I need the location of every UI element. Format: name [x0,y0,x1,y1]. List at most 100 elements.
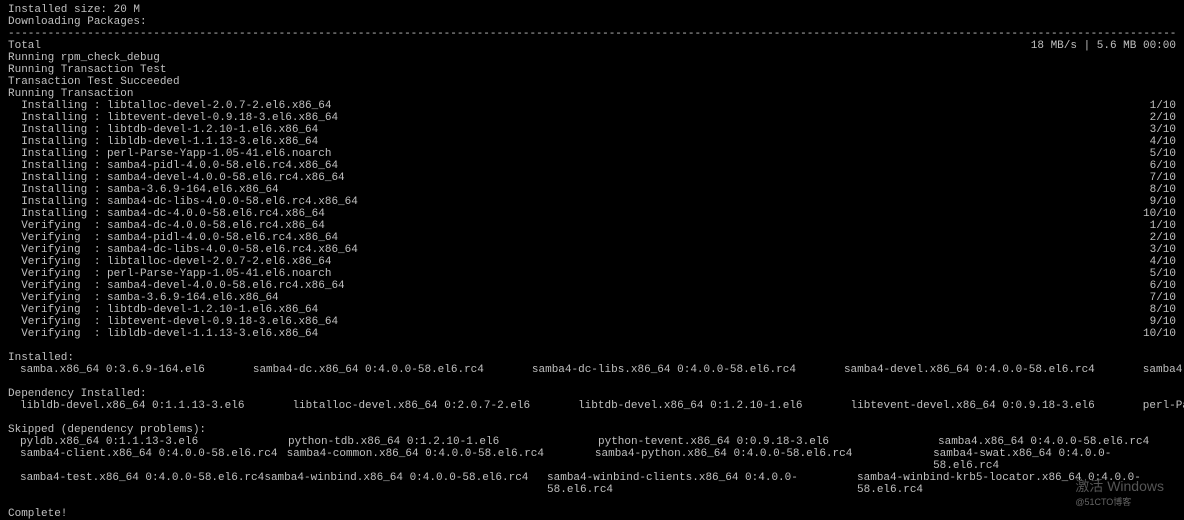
package-item: libtalloc-devel.x86_64 0:2.0.7-2.el6 [292,400,530,412]
package-item: samba4-devel.x86_64 0:4.0.0-58.el6.rc4 [844,364,1095,376]
operation-progress: 4/10 [1150,256,1176,268]
operation-progress: 4/10 [1150,136,1176,148]
package-item: samba4-winbind-clients.x86_64 0:4.0.0-58… [547,472,857,496]
installed-header: Installed: [8,352,1176,364]
operation-text: Installing : samba4-devel-4.0.0-58.el6.r… [8,172,345,184]
operation-progress: 9/10 [1150,196,1176,208]
terminal-output: Installed size: 20 M Downloading Package… [8,4,1176,520]
skipped-row: samba4-test.x86_64 0:4.0.0-58.el6.rc4sam… [8,472,1176,496]
operation-row: Installing : samba4-dc-4.0.0-58.el6.rc4.… [8,208,1176,220]
tx-running: Running Transaction [8,88,1176,100]
operation-row: Verifying : libtalloc-devel-2.0.7-2.el6.… [8,256,1176,268]
package-item: samba4-swat.x86_64 0:4.0.0-58.el6.rc4 [933,448,1176,472]
package-item: samba4-dc-libs.x86_64 0:4.0.0-58.el6.rc4 [532,364,796,376]
package-item: samba4-dc.x86_64 0:4.0.0-58.el6.rc4 [253,364,484,376]
operation-progress: 7/10 [1150,172,1176,184]
operation-text: Installing : libtdb-devel-1.2.10-1.el6.x… [8,124,318,136]
package-item: perl-Parse-Yapp.noarch 0:1.05-41.el6 [1143,400,1184,412]
operation-progress: 1/10 [1150,100,1176,112]
package-item: samba4-test.x86_64 0:4.0.0-58.el6.rc4 [20,472,264,496]
operation-row: Verifying : perl-Parse-Yapp-1.05-41.el6.… [8,268,1176,280]
total-label: Total [8,40,41,52]
package-item: libldb-devel.x86_64 0:1.1.13-3.el6 [20,400,244,412]
operation-progress: 5/10 [1150,148,1176,160]
operation-row: Verifying : libtdb-devel-1.2.10-1.el6.x8… [8,304,1176,316]
package-item: samba4.x86_64 0:4.0.0-58.el6.rc4 [938,436,1149,448]
total-line: Total 18 MB/s | 5.6 MB 00:00 [8,40,1176,52]
package-item: libtevent-devel.x86_64 0:0.9.18-3.el6 [851,400,1095,412]
operation-list: Installing : libtalloc-devel-2.0.7-2.el6… [8,100,1176,340]
operation-row: Installing : samba4-dc-libs-4.0.0-58.el6… [8,196,1176,208]
operation-row: Verifying : samba4-devel-4.0.0-58.el6.rc… [8,280,1176,292]
package-item: samba4-pidl.x86_64 0:4.0.0-58.el6.rc4 [1143,364,1184,376]
operation-row: Installing : libtalloc-devel-2.0.7-2.el6… [8,100,1176,112]
operation-progress: 3/10 [1150,244,1176,256]
operation-text: Verifying : samba4-dc-4.0.0-58.el6.rc4.x… [8,220,325,232]
blank-line [8,496,1176,508]
operation-text: Installing : samba4-pidl-4.0.0-58.el6.rc… [8,160,338,172]
package-item: samba4-common.x86_64 0:4.0.0-58.el6.rc4 [287,448,595,472]
operation-progress: 1/10 [1150,220,1176,232]
operation-progress: 8/10 [1150,304,1176,316]
skipped-row: pyldb.x86_64 0:1.1.13-3.el6python-tdb.x8… [8,436,1176,448]
operation-text: Installing : libtevent-devel-0.9.18-3.el… [8,112,338,124]
blank-line [8,412,1176,424]
operation-progress: 10/10 [1143,208,1176,220]
downloading-label: Downloading Packages: [8,16,1176,28]
operation-text: Installing : perl-Parse-Yapp-1.05-41.el6… [8,148,331,160]
operation-row: Installing : samba-3.6.9-164.el6.x86_64 8… [8,184,1176,196]
dependency-header: Dependency Installed: [8,388,1176,400]
operation-row: Verifying : samba4-pidl-4.0.0-58.el6.rc4… [8,232,1176,244]
package-item: samba.x86_64 0:3.6.9-164.el6 [20,364,205,376]
operation-progress: 9/10 [1150,316,1176,328]
operation-text: Verifying : libtdb-devel-1.2.10-1.el6.x8… [8,304,318,316]
operation-row: Installing : samba4-devel-4.0.0-58.el6.r… [8,172,1176,184]
operation-text: Installing : samba4-dc-4.0.0-58.el6.rc4.… [8,208,325,220]
skipped-header: Skipped (dependency problems): [8,424,1176,436]
operation-progress: 10/10 [1143,328,1176,340]
operation-row: Verifying : samba4-dc-libs-4.0.0-58.el6.… [8,244,1176,256]
operation-row: Verifying : libldb-devel-1.1.13-3.el6.x8… [8,328,1176,340]
operation-text: Verifying : samba4-dc-libs-4.0.0-58.el6.… [8,244,358,256]
total-stats: 18 MB/s | 5.6 MB 00:00 [1031,40,1176,52]
package-item: samba4-winbind.x86_64 0:4.0.0-58.el6.rc4 [264,472,547,496]
operation-progress: 6/10 [1150,280,1176,292]
operation-progress: 8/10 [1150,184,1176,196]
operation-row: Installing : perl-Parse-Yapp-1.05-41.el6… [8,148,1176,160]
operation-row: Verifying : samba-3.6.9-164.el6.x86_64 7/… [8,292,1176,304]
blank-line [8,376,1176,388]
operation-progress: 5/10 [1150,268,1176,280]
tx-succeeded: Transaction Test Succeeded [8,76,1176,88]
rpm-check: Running rpm_check_debug [8,52,1176,64]
operation-text: Installing : samba4-dc-libs-4.0.0-58.el6… [8,196,358,208]
package-item: samba4-winbind-krb5-locator.x86_64 0:4.0… [857,472,1176,496]
operation-row: Verifying : libtevent-devel-0.9.18-3.el6… [8,316,1176,328]
operation-text: Installing : samba-3.6.9-164.el6.x86_64 [8,184,279,196]
blank-line [8,340,1176,352]
skipped-packages: pyldb.x86_64 0:1.1.13-3.el6python-tdb.x8… [8,436,1176,496]
operation-progress: 6/10 [1150,160,1176,172]
operation-text: Installing : libtalloc-devel-2.0.7-2.el6… [8,100,331,112]
complete-label: Complete! [8,508,1176,520]
package-item: samba4-client.x86_64 0:4.0.0-58.el6.rc4 [20,448,287,472]
operation-text: Verifying : libtevent-devel-0.9.18-3.el6… [8,316,338,328]
installed-packages: samba.x86_64 0:3.6.9-164.el6 samba4-dc.x8… [8,364,1176,376]
operation-text: Verifying : samba4-pidl-4.0.0-58.el6.rc4… [8,232,338,244]
operation-progress: 2/10 [1150,232,1176,244]
operation-progress: 3/10 [1150,124,1176,136]
operation-text: Verifying : samba-3.6.9-164.el6.x86_64 [8,292,279,304]
package-item: libtdb-devel.x86_64 0:1.2.10-1.el6 [578,400,802,412]
divider: ----------------------------------------… [8,28,1176,40]
installed-size: Installed size: 20 M [8,4,1176,16]
dependency-packages: libldb-devel.x86_64 0:1.1.13-3.el6 libtal… [8,400,1176,412]
package-item: python-tevent.x86_64 0:0.9.18-3.el6 [598,436,938,448]
operation-row: Installing : libtevent-devel-0.9.18-3.el… [8,112,1176,124]
operation-progress: 2/10 [1150,112,1176,124]
operation-text: Verifying : libtalloc-devel-2.0.7-2.el6.… [8,256,331,268]
operation-text: Verifying : libldb-devel-1.1.13-3.el6.x8… [8,328,318,340]
package-item: python-tdb.x86_64 0:1.2.10-1.el6 [288,436,598,448]
operation-row: Verifying : samba4-dc-4.0.0-58.el6.rc4.x… [8,220,1176,232]
operation-progress: 7/10 [1150,292,1176,304]
skipped-row: samba4-client.x86_64 0:4.0.0-58.el6.rc4s… [8,448,1176,472]
package-item: pyldb.x86_64 0:1.1.13-3.el6 [20,436,288,448]
